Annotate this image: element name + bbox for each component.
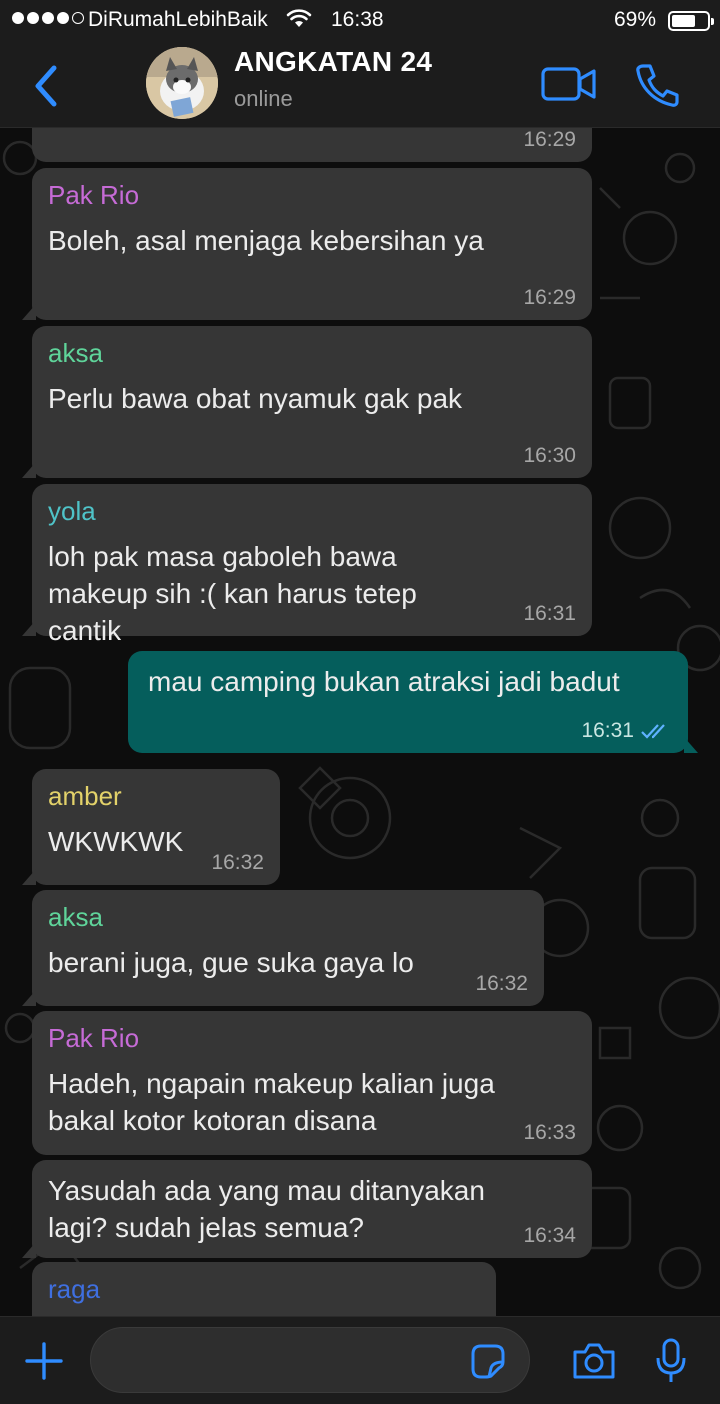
chat-header: ANGKATAN 24 online xyxy=(0,40,720,128)
chevron-left-icon[interactable] xyxy=(28,62,68,110)
message-sender[interactable]: Pak Rio xyxy=(48,180,576,210)
message-sender[interactable]: raga xyxy=(48,1274,480,1304)
message-text: Yasudah ada yang mau ditanyakan lagi? su… xyxy=(48,1175,485,1243)
message-text: loh pak masa gaboleh bawa makeup sih :( … xyxy=(48,541,417,646)
signal-strength-icon xyxy=(12,12,84,24)
message-bubble[interactable]: aksa berani juga, gue suka gaya lo 16:32 xyxy=(22,890,544,1006)
phone-icon[interactable] xyxy=(634,62,682,108)
message-bubble[interactable]: Pak Rio Hadeh, ngapain makeup kalian jug… xyxy=(32,1011,592,1155)
message-input-bar xyxy=(0,1316,720,1404)
message-bubble[interactable]: amber WKWKWK 16:32 xyxy=(22,769,280,885)
message-sender[interactable]: aksa xyxy=(48,902,528,932)
message-time: 16:29 xyxy=(523,128,576,151)
double-check-icon xyxy=(641,724,665,740)
message-text: Boleh, asal menjaga kebersihan ya xyxy=(48,225,484,256)
message-text: berani juga, gue suka gaya lo xyxy=(48,947,414,978)
plus-icon[interactable] xyxy=(24,1341,64,1381)
group-avatar[interactable] xyxy=(146,47,218,119)
message-bubble-outgoing[interactable]: mau camping bukan atraksi jadi badut 16:… xyxy=(128,651,698,753)
message-sender[interactable]: aksa xyxy=(48,338,576,368)
message-time: 16:34 xyxy=(523,1224,576,1247)
message-text: Hadeh, ngapain makeup kalian juga bakal … xyxy=(48,1068,495,1136)
video-camera-icon[interactable] xyxy=(540,64,598,104)
message-time: 16:31 xyxy=(523,602,576,625)
message-time: 16:32 xyxy=(211,851,264,874)
camera-icon[interactable] xyxy=(571,1341,617,1381)
chat-status: online xyxy=(234,86,293,111)
battery-icon xyxy=(668,11,714,31)
wifi-icon xyxy=(286,9,312,27)
microphone-icon[interactable] xyxy=(655,1337,687,1385)
message-time: 16:29 xyxy=(523,286,576,309)
status-bar: DiRumahLebihBaik 16:38 69% xyxy=(0,0,720,40)
chat-messages[interactable]: 16:29 Pak Rio Boleh, asal menjaga kebers… xyxy=(0,128,720,1316)
carrier-name: DiRumahLebihBaik xyxy=(88,8,268,31)
message-input[interactable] xyxy=(90,1327,530,1393)
chat-title[interactable]: ANGKATAN 24 xyxy=(234,46,432,78)
message-bubble[interactable]: Pak Rio Boleh, asal menjaga kebersihan y… xyxy=(22,168,592,320)
message-sender[interactable]: amber xyxy=(48,781,264,811)
message-time: 16:33 xyxy=(523,1121,576,1144)
message-sender[interactable]: yola xyxy=(48,496,576,526)
message-time: 16:30 xyxy=(523,444,576,467)
message-bubble[interactable]: aksa Perlu bawa obat nyamuk gak pak 16:3… xyxy=(22,326,592,478)
message-time: 16:32 xyxy=(475,972,528,995)
message-bubble[interactable]: Yasudah ada yang mau ditanyakan lagi? su… xyxy=(22,1160,592,1258)
message-text: mau camping bukan atraksi jadi badut xyxy=(148,666,620,697)
message-text: Perlu bawa obat nyamuk gak pak xyxy=(48,383,463,414)
message-sender[interactable]: Pak Rio xyxy=(48,1023,576,1053)
message-bubble[interactable]: yola loh pak masa gaboleh bawa makeup si… xyxy=(22,484,592,646)
message-time: 16:31 xyxy=(581,719,672,743)
status-time: 16:38 xyxy=(331,8,384,31)
battery-percent: 69% xyxy=(614,8,657,31)
message-bubble[interactable]: raga xyxy=(32,1262,496,1316)
cat-avatar-image xyxy=(146,47,218,119)
message-bubble[interactable]: 16:29 xyxy=(32,128,592,162)
sticker-icon[interactable] xyxy=(469,1342,507,1380)
